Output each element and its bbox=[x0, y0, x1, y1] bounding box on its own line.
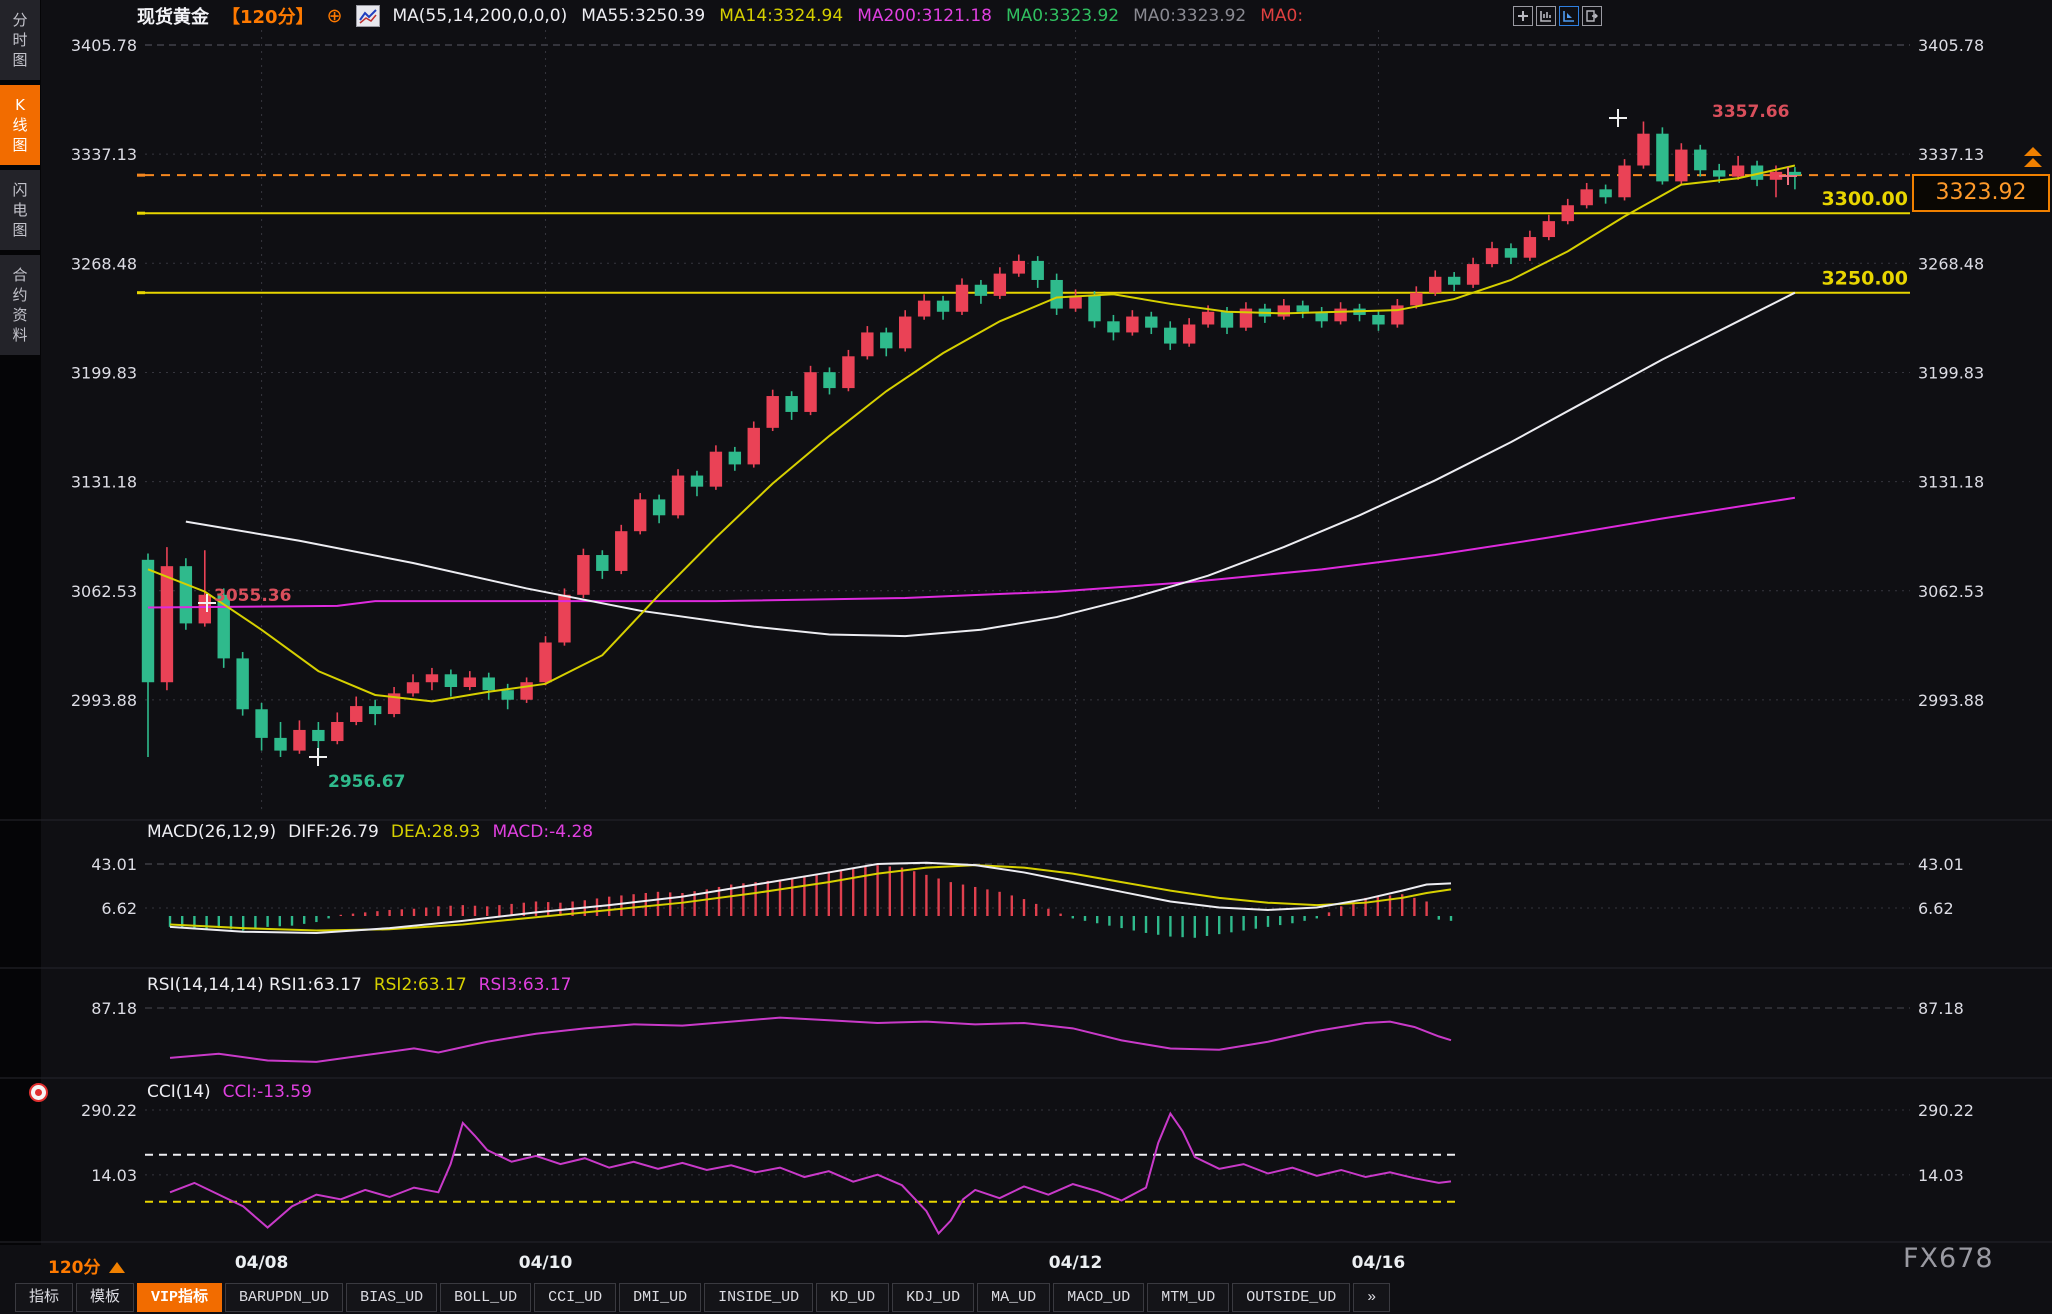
svg-text:3337.13: 3337.13 bbox=[1918, 145, 1984, 164]
indicator-tab-mtm_ud[interactable]: MTM_UD bbox=[1147, 1283, 1230, 1312]
indicator-tab-[interactable]: 模板 bbox=[76, 1283, 135, 1312]
indicator-tab-outside_ud[interactable]: OUTSIDE_UD bbox=[1232, 1283, 1351, 1312]
date-tick: 04/16 bbox=[1351, 1253, 1406, 1273]
indicator-tab-barupdn_ud[interactable]: BARUPDN_UD bbox=[225, 1283, 344, 1312]
svg-text:87.18: 87.18 bbox=[91, 999, 137, 1018]
timeframe-indicator[interactable]: 120分 bbox=[48, 1253, 125, 1278]
indicator-tab-cci_ud[interactable]: CCI_UD bbox=[534, 1283, 617, 1312]
date-tick: 04/08 bbox=[234, 1253, 289, 1273]
svg-text:3337.13: 3337.13 bbox=[71, 145, 137, 164]
rsi-header-item-1: RSI2:63.17 bbox=[373, 975, 467, 995]
indicator-tab-ma_ud[interactable]: MA_UD bbox=[977, 1283, 1051, 1312]
svg-text:2993.88: 2993.88 bbox=[71, 691, 137, 710]
indicator-tab-bias_ud[interactable]: BIAS_UD bbox=[346, 1283, 438, 1312]
macd-header: MACD(26,12,9) DIFF:26.79 DEA:28.93 MACD:-4.… bbox=[147, 822, 593, 842]
cci-header: CCI(14) CCI:-13.59 bbox=[147, 1082, 312, 1102]
indicator-tab-more[interactable]: » bbox=[1353, 1283, 1391, 1312]
svg-text:6.62: 6.62 bbox=[1918, 899, 1954, 918]
svg-text:290.22: 290.22 bbox=[81, 1101, 137, 1120]
svg-text:3199.83: 3199.83 bbox=[71, 363, 137, 382]
indicator-tab-kd_ud[interactable]: KD_UD bbox=[816, 1283, 890, 1312]
indicator-tabbar: 指标 模板 VIP指标 BARUPDN_UD BIAS_UD BOLL_UD CCI_UD D… bbox=[15, 1283, 2052, 1312]
rsi-header: RSI(14,14,14) RSI1:63.17 RSI2:63.17 RSI3:6… bbox=[147, 975, 571, 995]
svg-text:3250.00: 3250.00 bbox=[1821, 268, 1908, 290]
macd-header-item-2: DEA:28.93 bbox=[390, 822, 481, 842]
watermark: FX678 bbox=[1903, 1243, 1994, 1274]
time-axis: 120分 04/08 04/10 04/12 04/16 bbox=[0, 1245, 2052, 1281]
svg-text:14.03: 14.03 bbox=[1918, 1166, 1964, 1185]
svg-text:2993.88: 2993.88 bbox=[1918, 691, 1984, 710]
macd-header-item-1: DIFF:26.79 bbox=[288, 822, 379, 842]
macd-header-item-3: MACD:-4.28 bbox=[492, 822, 594, 842]
indicator-tab-kdj_ud[interactable]: KDJ_UD bbox=[892, 1283, 975, 1312]
indicator-tab-vip[interactable]: VIP指标 bbox=[137, 1283, 223, 1312]
svg-text:3405.78: 3405.78 bbox=[71, 36, 137, 55]
svg-text:3131.18: 3131.18 bbox=[1918, 473, 1984, 492]
macd-header-item-0: MACD(26,12,9) bbox=[147, 822, 277, 842]
svg-text:3131.18: 3131.18 bbox=[71, 473, 137, 492]
svg-text:6.62: 6.62 bbox=[101, 899, 137, 918]
svg-text:3268.48: 3268.48 bbox=[1918, 254, 1984, 273]
date-tick: 04/10 bbox=[518, 1253, 573, 1273]
cci-header-item-0: CCI(14) bbox=[147, 1082, 211, 1102]
last-price-box: 3323.92 bbox=[1912, 174, 2050, 212]
rsi-header-item-0: RSI(14,14,14) RSI1:63.17 bbox=[147, 975, 362, 995]
price-annotation-0: 3357.66 bbox=[1712, 102, 1790, 122]
svg-text:290.22: 290.22 bbox=[1918, 1101, 1974, 1120]
chart-canvas[interactable]: 3405.78 3405.78 3337.13 3337.13 3268.48 3268.… bbox=[0, 0, 2052, 1314]
indicator-tab-dmi_ud[interactable]: DMI_UD bbox=[619, 1283, 702, 1312]
svg-text:87.18: 87.18 bbox=[1918, 999, 1964, 1018]
cci-header-item-1: CCI:-13.59 bbox=[222, 1082, 312, 1102]
price-annotation-1: 3055.36 bbox=[214, 586, 292, 606]
price-annotation-2: 2956.67 bbox=[328, 772, 406, 792]
svg-text:14.03: 14.03 bbox=[91, 1166, 137, 1185]
svg-text:3268.48: 3268.48 bbox=[71, 254, 137, 273]
svg-text:3062.53: 3062.53 bbox=[1918, 582, 1984, 601]
price-up-arrows-icon bbox=[2024, 147, 2042, 169]
up-triangle-icon bbox=[108, 1262, 125, 1273]
svg-text:3199.83: 3199.83 bbox=[1918, 363, 1984, 382]
svg-text:3300.00: 3300.00 bbox=[1821, 188, 1908, 210]
svg-text:43.01: 43.01 bbox=[91, 855, 137, 874]
rsi-header-item-2: RSI3:63.17 bbox=[478, 975, 572, 995]
indicator-tab-inside_ud[interactable]: INSIDE_UD bbox=[704, 1283, 814, 1312]
svg-text:3062.53: 3062.53 bbox=[71, 582, 137, 601]
indicator-tab-boll_ud[interactable]: BOLL_UD bbox=[440, 1283, 532, 1312]
trading-app-window: 分时图K线图闪电图合约资料 现货黄金 【120分】 ⊕ MA(55,14,200… bbox=[0, 0, 2052, 1314]
svg-text:43.01: 43.01 bbox=[1918, 855, 1964, 874]
svg-text:3405.78: 3405.78 bbox=[1918, 36, 1984, 55]
indicator-tab-[interactable]: 指标 bbox=[15, 1283, 74, 1312]
date-tick: 04/12 bbox=[1048, 1253, 1103, 1273]
indicator-tab-macd_ud[interactable]: MACD_UD bbox=[1053, 1283, 1145, 1312]
